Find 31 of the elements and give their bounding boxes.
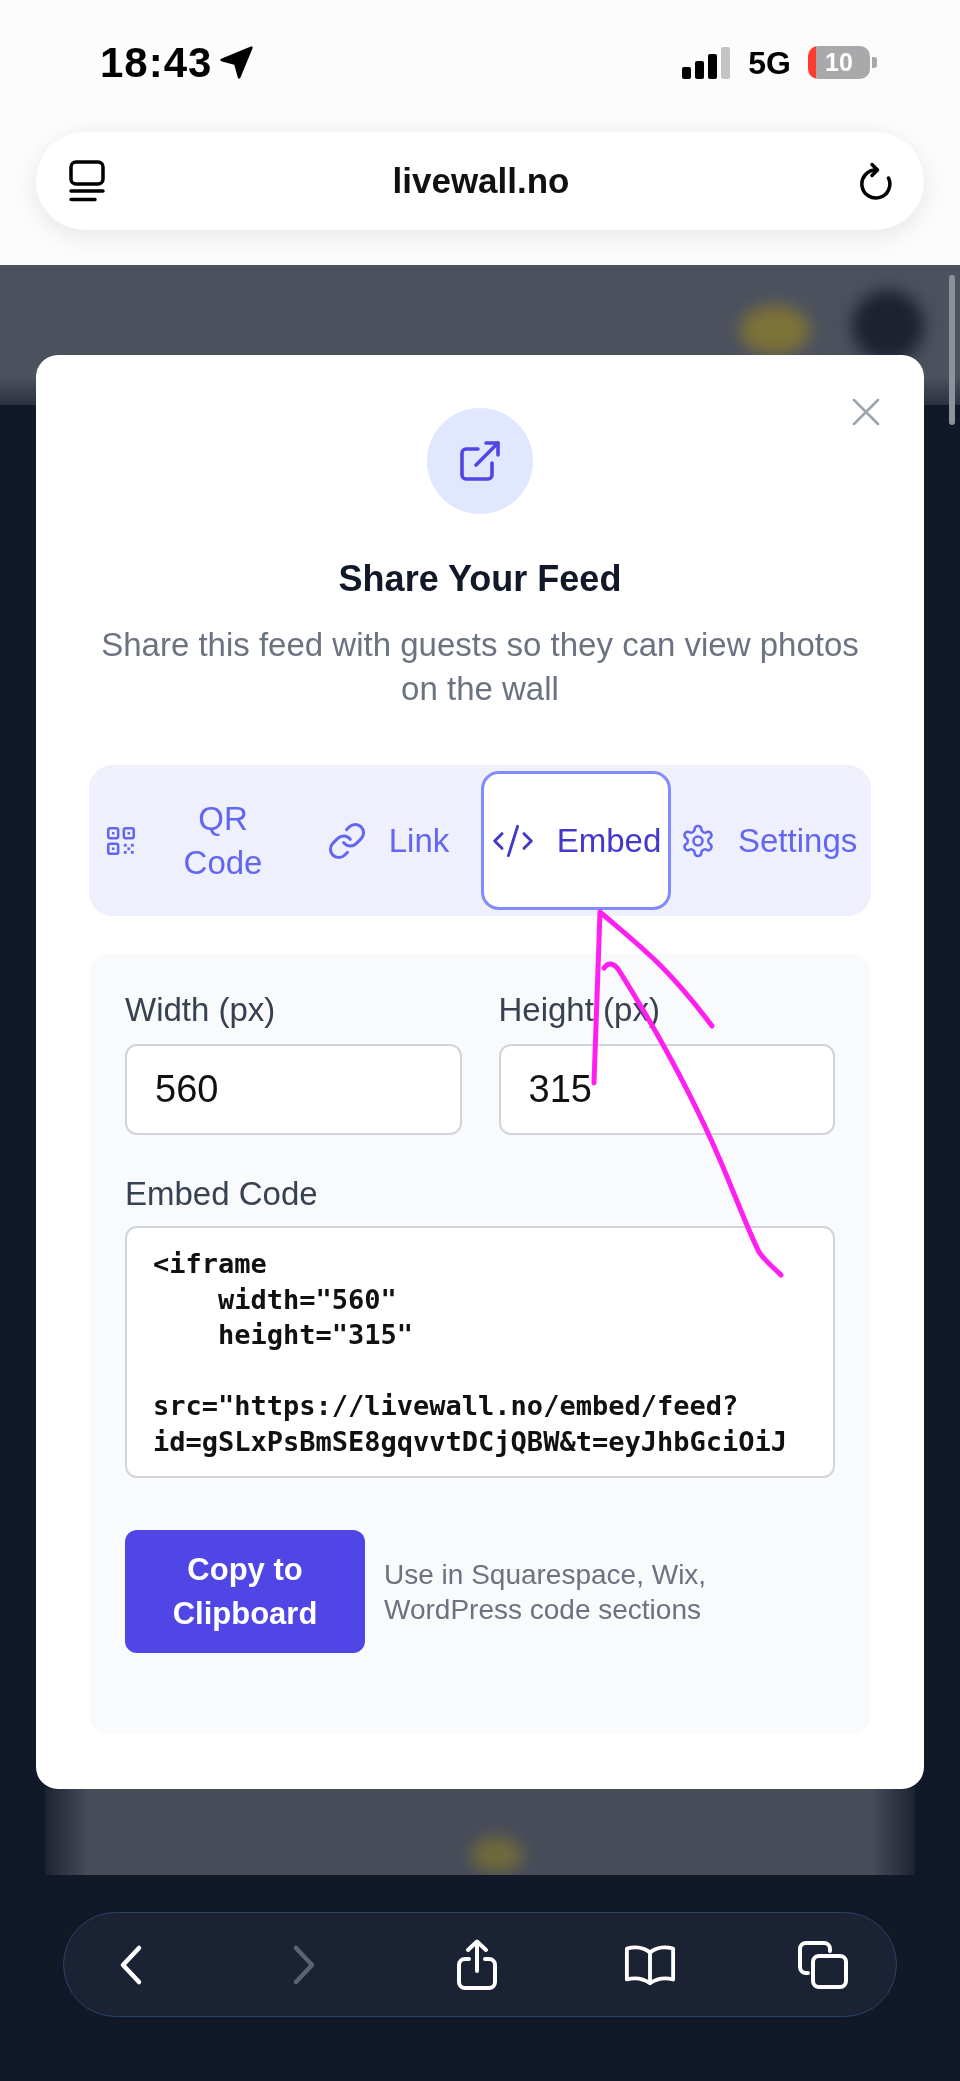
tab[interactable]: Link: [295, 771, 481, 910]
hint-text: Use in Squarespace, Wix, WordPress code sections: [384, 1557, 708, 1627]
tab[interactable]: Settings: [671, 771, 865, 910]
embed-code-field[interactable]: <iframe width="560" height="315" src="https://livewall.no/embed/feed? id=gSLxPsBmSE8gqvvtDCjQBW&t=eyJhbGciOiJ: [125, 1226, 835, 1478]
field-label: Embed Code: [125, 1177, 318, 1211]
chevron-left-icon[interactable]: [118, 1943, 144, 1986]
battery-indicator: 10: [808, 46, 870, 79]
clock-time: 18:43: [100, 39, 213, 86]
field-label: Width (px): [125, 993, 276, 1027]
blurred-icon: [740, 305, 810, 355]
location-arrow-icon: [220, 46, 254, 79]
number-field[interactable]: 315: [498, 1044, 835, 1135]
number-field[interactable]: 560: [125, 1044, 462, 1135]
dialog-subtitle: Share this feed with guests so they can view photos on the wall: [100, 625, 860, 709]
network-type: 5G: [748, 45, 791, 80]
gear-icon: [680, 822, 716, 859]
copy-button[interactable]: Copy to Clipboard: [125, 1530, 365, 1653]
tab[interactable]: Embed: [481, 771, 671, 910]
dialog-title: Share Your Feed: [338, 559, 622, 599]
battery-cap: [872, 57, 877, 68]
share-icon[interactable]: [456, 1938, 498, 1991]
circular-arrow-icon: [857, 160, 893, 202]
rectangle-lines-icon: [69, 160, 105, 202]
url-text: livewall.no: [392, 161, 570, 201]
address-bar[interactable]: livewall.no: [36, 132, 924, 230]
blurred-icon: [471, 1837, 523, 1873]
stacked-squares-icon[interactable]: [797, 1939, 849, 1990]
tab[interactable]: QR Code: [95, 771, 295, 910]
external-link-icon: [427, 408, 533, 514]
cellular-signal-icon: [682, 46, 732, 79]
chain-link-icon: [326, 820, 367, 861]
